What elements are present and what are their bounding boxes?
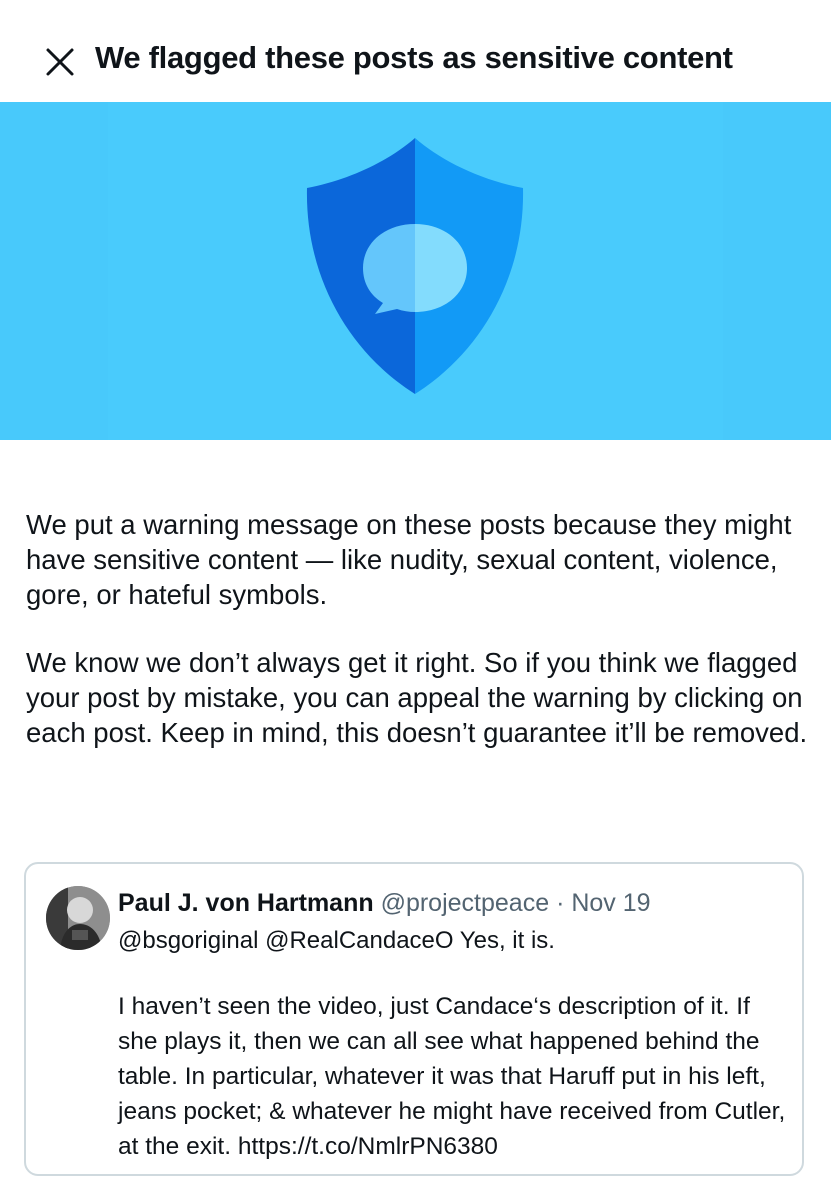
reply-text: @bsgoriginal @RealCandaceO Yes, it is. bbox=[118, 927, 555, 954]
warning-explanation: We put a warning message on these posts … bbox=[26, 509, 792, 610]
author-handle[interactable]: @projectpeace bbox=[381, 889, 550, 917]
avatar[interactable] bbox=[46, 886, 110, 950]
page-title: We flagged these posts as sensitive cont… bbox=[95, 40, 733, 75]
post-body: I haven’t seen the video, just Candace‘s… bbox=[118, 993, 786, 1160]
close-icon bbox=[46, 48, 74, 76]
author-name[interactable]: Paul J. von Hartmann bbox=[118, 889, 374, 917]
shield-chat-icon bbox=[306, 138, 524, 394]
flagged-post-card[interactable]: Paul J. von Hartmann @projectpeace · Nov… bbox=[24, 862, 804, 1176]
post-date[interactable]: Nov 19 bbox=[571, 889, 650, 917]
avatar-image bbox=[46, 886, 110, 950]
close-button[interactable] bbox=[40, 42, 80, 82]
post-header: Paul J. von Hartmann @projectpeace · Nov… bbox=[118, 888, 651, 918]
appeal-explanation: We know we don’t always get it right. So… bbox=[26, 647, 808, 748]
separator: · bbox=[556, 889, 565, 917]
top-bar: We flagged these posts as sensitive cont… bbox=[0, 0, 831, 102]
illustration-banner bbox=[0, 102, 831, 440]
